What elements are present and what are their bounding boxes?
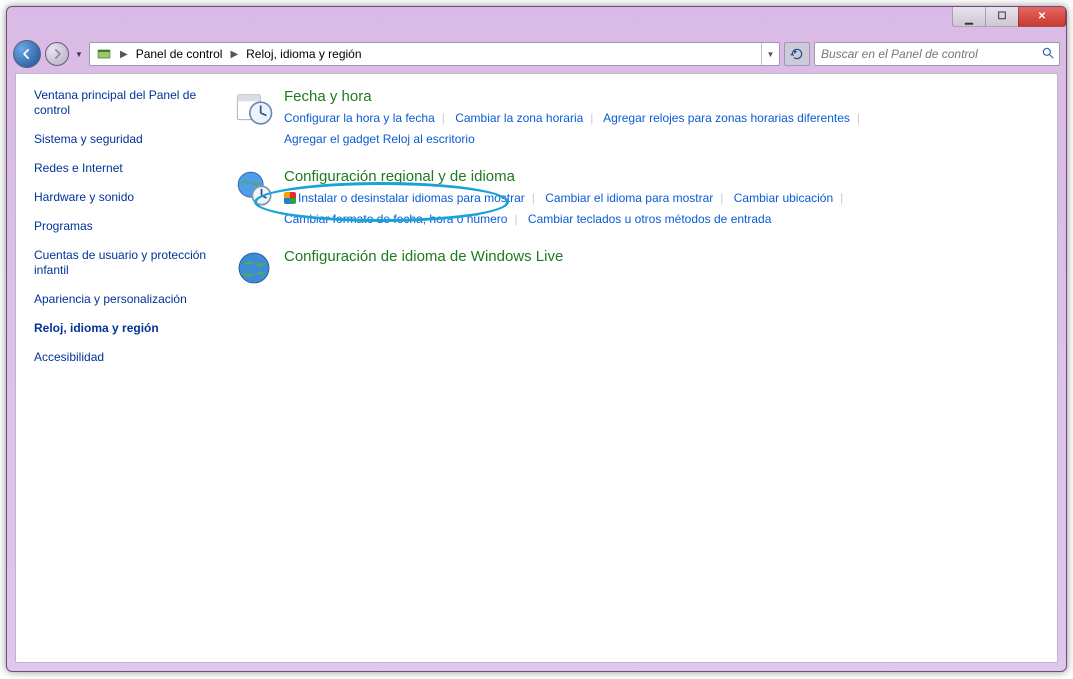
sidebar-item-hardware[interactable]: Hardware y sonido <box>34 190 216 205</box>
globe-icon <box>234 248 274 288</box>
refresh-button[interactable] <box>784 42 810 66</box>
category-windows-live: Configuración de idioma de Windows Live <box>234 248 1043 288</box>
category-regional: Configuración regional y de idioma Insta… <box>234 168 1043 230</box>
uac-shield-icon <box>284 192 296 204</box>
sidebar-item-sistema[interactable]: Sistema y seguridad <box>34 132 216 147</box>
minimize-icon: ▁ <box>965 14 973 25</box>
breadcrumb-separator: ▶ <box>227 49 241 60</box>
category-title-windows-live[interactable]: Configuración de idioma de Windows Live <box>284 248 563 265</box>
link-cambiar-ubicacion[interactable]: Cambiar ubicación <box>734 191 833 205</box>
sidebar-item-reloj[interactable]: Reloj, idioma y región <box>34 321 216 336</box>
link-cambiar-zona[interactable]: Cambiar la zona horaria <box>455 111 583 125</box>
link-cambiar-formato[interactable]: Cambiar formato de fecha, hora o número <box>284 212 507 226</box>
close-icon: ✕ <box>1038 11 1046 22</box>
sidebar-item-accesibilidad[interactable]: Accesibilidad <box>34 350 216 365</box>
link-instalar-idiomas[interactable]: Instalar o desinstalar idiomas para most… <box>298 191 525 205</box>
breadcrumb-separator: ▶ <box>117 49 131 60</box>
sidebar-item-redes[interactable]: Redes e Internet <box>34 161 216 176</box>
sidebar-item-apariencia[interactable]: Apariencia y personalización <box>34 292 216 307</box>
clock-calendar-icon <box>234 88 274 128</box>
control-panel-icon <box>96 46 112 62</box>
address-bar[interactable]: ▶ Panel de control ▶ Reloj, idioma y reg… <box>89 42 780 66</box>
main-panel: Fecha y hora Configurar la hora y la fec… <box>226 74 1057 662</box>
link-cambiar-idioma[interactable]: Cambiar el idioma para mostrar <box>545 191 713 205</box>
address-dropdown[interactable]: ▼ <box>761 43 779 65</box>
category-fecha-hora: Fecha y hora Configurar la hora y la fec… <box>234 88 1043 150</box>
sidebar-item-programas[interactable]: Programas <box>34 219 216 234</box>
search-box[interactable]: Buscar en el Panel de control <box>814 42 1060 66</box>
refresh-icon <box>790 47 804 61</box>
link-agregar-gadget[interactable]: Agregar el gadget Reloj al escritorio <box>284 132 475 146</box>
breadcrumb-leaf[interactable]: Reloj, idioma y región <box>246 47 361 61</box>
sidebar: Ventana principal del Panel de control S… <box>16 74 226 662</box>
maximize-icon: ☐ <box>998 11 1007 22</box>
search-icon <box>1041 46 1055 63</box>
link-agregar-relojes[interactable]: Agregar relojes para zonas horarias dife… <box>603 111 850 125</box>
nav-history-dropdown[interactable]: ▼ <box>73 48 85 60</box>
link-configurar-hora[interactable]: Configurar la hora y la fecha <box>284 111 435 125</box>
sidebar-item-cuentas[interactable]: Cuentas de usuario y protección infantil <box>34 248 216 278</box>
arrow-left-icon <box>20 47 34 61</box>
nav-back-button[interactable] <box>13 40 41 68</box>
sidebar-home-link[interactable]: Ventana principal del Panel de control <box>34 88 216 118</box>
link-cambiar-teclados[interactable]: Cambiar teclados u otros métodos de entr… <box>528 212 771 226</box>
arrow-right-icon <box>50 47 64 61</box>
search-placeholder: Buscar en el Panel de control <box>821 47 978 61</box>
window-minimize-button[interactable]: ▁ <box>952 7 986 27</box>
window-close-button[interactable]: ✕ <box>1018 7 1066 27</box>
window-maximize-button[interactable]: ☐ <box>985 7 1019 27</box>
nav-forward-button[interactable] <box>45 42 69 66</box>
globe-clock-icon <box>234 168 274 208</box>
category-title-fecha-hora[interactable]: Fecha y hora <box>284 88 372 105</box>
category-title-regional[interactable]: Configuración regional y de idioma <box>284 168 515 185</box>
breadcrumb-root[interactable]: Panel de control <box>136 47 223 61</box>
